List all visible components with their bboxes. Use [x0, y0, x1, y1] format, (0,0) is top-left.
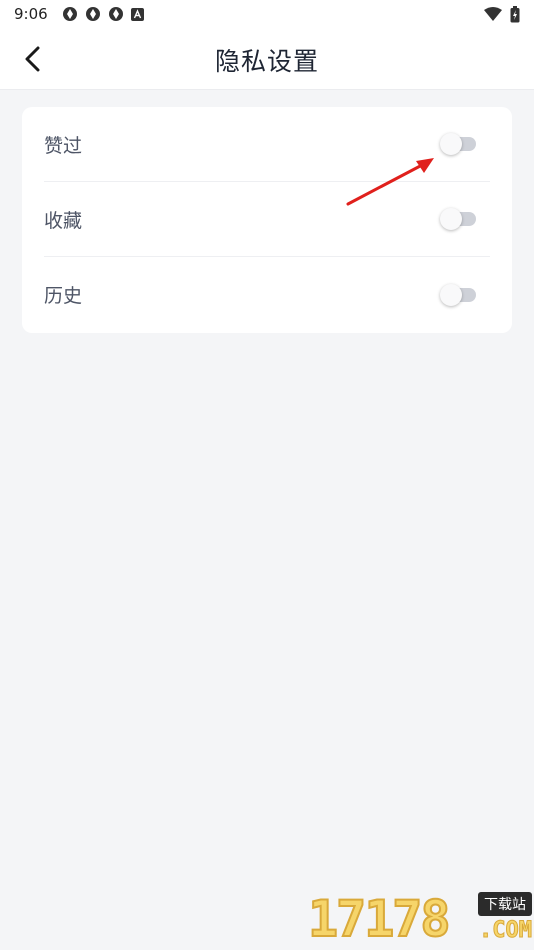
history-toggle[interactable] [440, 283, 478, 307]
favorites-toggle[interactable] [440, 207, 478, 231]
app-header: 隐私设置 [0, 28, 534, 90]
toggle-thumb [440, 283, 462, 306]
system-icons [484, 5, 520, 23]
toggle-thumb [440, 208, 462, 230]
aperture-icon [108, 7, 123, 21]
likes-toggle[interactable] [440, 132, 478, 156]
status-bar: 9:06 [0, 0, 534, 28]
page-title: 隐私设置 [214, 47, 319, 76]
setting-label: 收藏 [44, 209, 83, 232]
privacy-settings-card: 赞过 收藏 历史 [22, 107, 512, 333]
aperture-icon [62, 7, 77, 21]
setting-label: 历史 [44, 285, 83, 307]
watermark-domain: .COM [479, 918, 533, 944]
watermark-badge: 下载站 [478, 892, 532, 916]
setting-row-history: 历史 [44, 257, 490, 332]
status-time: 9:06 [14, 5, 48, 23]
notification-icons [62, 6, 144, 22]
a-box-icon [130, 7, 144, 21]
battery-charging-icon [510, 5, 520, 22]
aperture-icon [85, 7, 100, 21]
site-watermark-logo: 17178 下载站 .COM [307, 888, 534, 950]
wifi-icon [484, 7, 502, 21]
red-arrow-annotation [346, 158, 434, 206]
setting-label: 赞过 [44, 134, 83, 157]
watermark-digits: 17178 [307, 889, 452, 949]
